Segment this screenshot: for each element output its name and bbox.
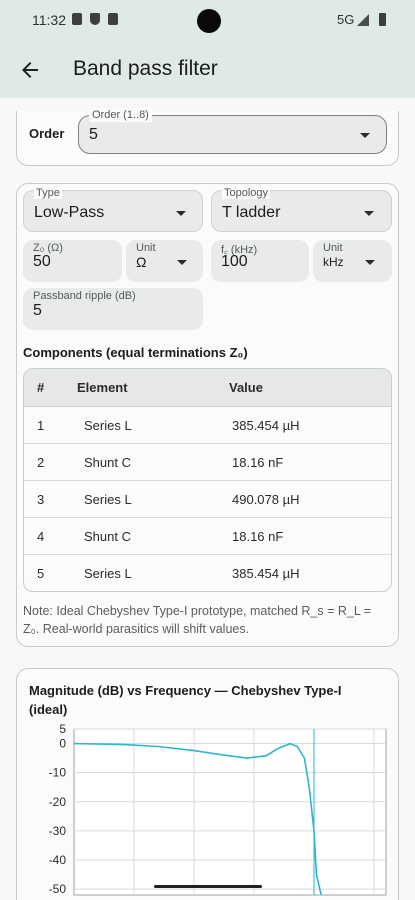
row-index: 3 bbox=[37, 492, 45, 507]
gesture-handle[interactable] bbox=[154, 885, 262, 888]
topology-select[interactable]: Topology T ladder bbox=[211, 187, 392, 232]
y-tick-label: -40 bbox=[49, 853, 67, 867]
shield-icon bbox=[90, 13, 100, 25]
chevron-down-icon bbox=[360, 133, 370, 138]
camera-cutout bbox=[197, 9, 221, 33]
ripple-input[interactable]: Passband ripple (dB) 5 bbox=[23, 288, 203, 330]
row-index: 4 bbox=[37, 529, 45, 544]
table-row: 5 Series L 385.454 µH bbox=[24, 555, 391, 591]
order-select-value: 5 bbox=[89, 126, 98, 143]
fc-unit-label: Unit bbox=[323, 242, 343, 254]
header-element: Element bbox=[77, 380, 128, 395]
fc-unit-value: kHz bbox=[323, 255, 344, 269]
topology-value: T ladder bbox=[222, 204, 281, 221]
status-time: 11:32 bbox=[32, 12, 66, 28]
notification-icon bbox=[72, 13, 82, 25]
y-tick-label: -10 bbox=[49, 766, 67, 780]
notification-icons bbox=[72, 13, 118, 25]
z0-unit-label: Unit bbox=[136, 242, 156, 254]
chevron-down-icon bbox=[365, 260, 375, 265]
row-value: 385.454 µH bbox=[232, 566, 300, 581]
row-element: Series L bbox=[84, 492, 132, 507]
row-index: 1 bbox=[37, 418, 45, 433]
row-element: Shunt C bbox=[84, 455, 131, 470]
table-row: 4 Shunt C 18.16 nF bbox=[24, 518, 391, 555]
fc-input[interactable]: f꜀ (kHz) 100 bbox=[211, 240, 309, 282]
type-select[interactable]: Type Low-Pass bbox=[23, 187, 203, 232]
row-value: 385.454 µH bbox=[232, 418, 300, 433]
z0-value: 50 bbox=[33, 253, 51, 270]
y-tick-label: -50 bbox=[49, 882, 67, 896]
y-tick-label: -20 bbox=[49, 795, 67, 809]
plot-area bbox=[73, 728, 387, 896]
fc-value: 100 bbox=[221, 253, 248, 270]
y-tick-label: -30 bbox=[49, 824, 67, 838]
chart-title: Magnitude (dB) vs Frequency — Chebyshev … bbox=[29, 683, 342, 717]
components-title: Components (equal terminations Z₀) bbox=[23, 345, 248, 360]
page-title: Band pass filter bbox=[73, 57, 218, 80]
row-element: Series L bbox=[84, 418, 132, 433]
network-label: 5G bbox=[337, 12, 355, 27]
table-row: 2 Shunt C 18.16 nF bbox=[24, 444, 391, 481]
status-bar: 11:32 5G bbox=[0, 0, 415, 42]
app-bar: Band pass filter bbox=[0, 42, 415, 98]
order-card: Order Order (1..8) 5 bbox=[16, 108, 399, 166]
order-select-label: Order (1..8) bbox=[89, 108, 152, 122]
magnitude-chart: 50 -10 -20 -30 -40 -50 bbox=[49, 722, 387, 896]
z0-input[interactable]: Z₀ (Ω) 50 bbox=[23, 240, 122, 282]
row-element: Shunt C bbox=[84, 529, 131, 544]
table-row: 3 Series L 490.078 µH bbox=[24, 481, 391, 518]
back-arrow-icon-svg bbox=[22, 62, 38, 78]
z0-unit-value: Ω bbox=[136, 254, 147, 270]
signal-icon bbox=[357, 14, 369, 26]
components-table: # Element Value 1 Series L 385.454 µH 2 … bbox=[23, 368, 392, 592]
row-element: Series L bbox=[84, 566, 132, 581]
order-select[interactable]: Order (1..8) 5 bbox=[78, 108, 387, 154]
battery-icon bbox=[379, 13, 386, 26]
table-row: 1 Series L 385.454 µH bbox=[24, 407, 391, 444]
back-arrow-icon[interactable] bbox=[18, 58, 42, 82]
ripple-value: 5 bbox=[33, 302, 42, 319]
chevron-down-icon bbox=[364, 211, 374, 216]
row-index: 5 bbox=[37, 566, 45, 581]
z0-unit-select[interactable]: Unit Ω bbox=[126, 240, 203, 282]
row-value: 18.16 nF bbox=[232, 455, 284, 470]
y-tick-label: 5 bbox=[59, 722, 66, 736]
header-index: # bbox=[37, 380, 45, 395]
y-tick-label: 0 bbox=[59, 737, 66, 751]
ripple-label: Passband ripple (dB) bbox=[33, 290, 136, 302]
type-value: Low-Pass bbox=[34, 204, 105, 221]
sim-icon bbox=[108, 13, 118, 25]
chevron-down-icon bbox=[176, 211, 186, 216]
order-row-label: Order bbox=[29, 126, 65, 141]
row-value: 490.078 µH bbox=[232, 492, 300, 507]
row-index: 2 bbox=[37, 455, 45, 470]
fc-unit-select[interactable]: Unit kHz bbox=[313, 240, 392, 282]
table-header: # Element Value bbox=[24, 369, 391, 407]
header-value: Value bbox=[229, 380, 263, 395]
topology-label: Topology bbox=[222, 187, 271, 199]
type-label: Type bbox=[34, 187, 62, 199]
chevron-down-icon bbox=[177, 260, 187, 265]
design-note: Note: Ideal Chebyshev Type-I prototype, … bbox=[23, 604, 372, 636]
row-value: 18.16 nF bbox=[232, 529, 284, 544]
